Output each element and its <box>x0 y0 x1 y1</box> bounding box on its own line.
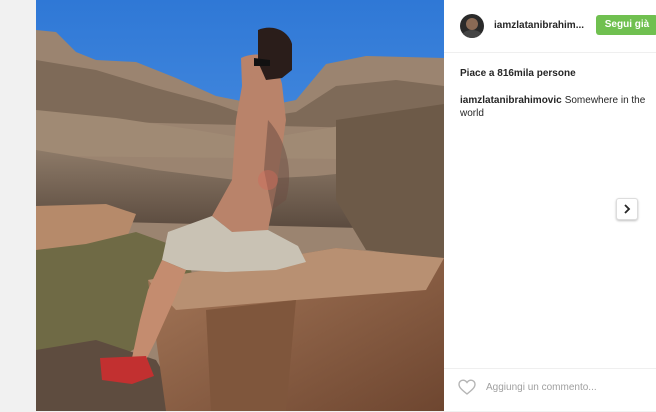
caption-username[interactable]: iamzlatanibrahimovic <box>460 95 562 106</box>
next-post-button[interactable] <box>616 198 638 220</box>
likes-count[interactable]: Piace a 816mila persone <box>460 68 576 79</box>
follow-button[interactable]: Segui già <box>596 15 656 35</box>
chevron-right-icon <box>624 204 631 214</box>
avatar[interactable] <box>460 14 484 38</box>
comment-input[interactable] <box>484 381 648 394</box>
avatar-body <box>462 30 482 38</box>
post-header: iamzlatanibrahim... Segui già <box>444 0 656 53</box>
post-modal: iamzlatanibrahim... Segui già Piace a 81… <box>36 0 656 411</box>
post-photo <box>36 0 444 411</box>
comment-bar <box>444 368 656 412</box>
username-link[interactable]: iamzlatanibrahim... <box>494 20 590 31</box>
avatar-face <box>466 18 478 30</box>
heart-icon[interactable] <box>458 379 476 395</box>
post-caption: iamzlatanibrahimovic Somewhere in the wor… <box>460 94 646 120</box>
